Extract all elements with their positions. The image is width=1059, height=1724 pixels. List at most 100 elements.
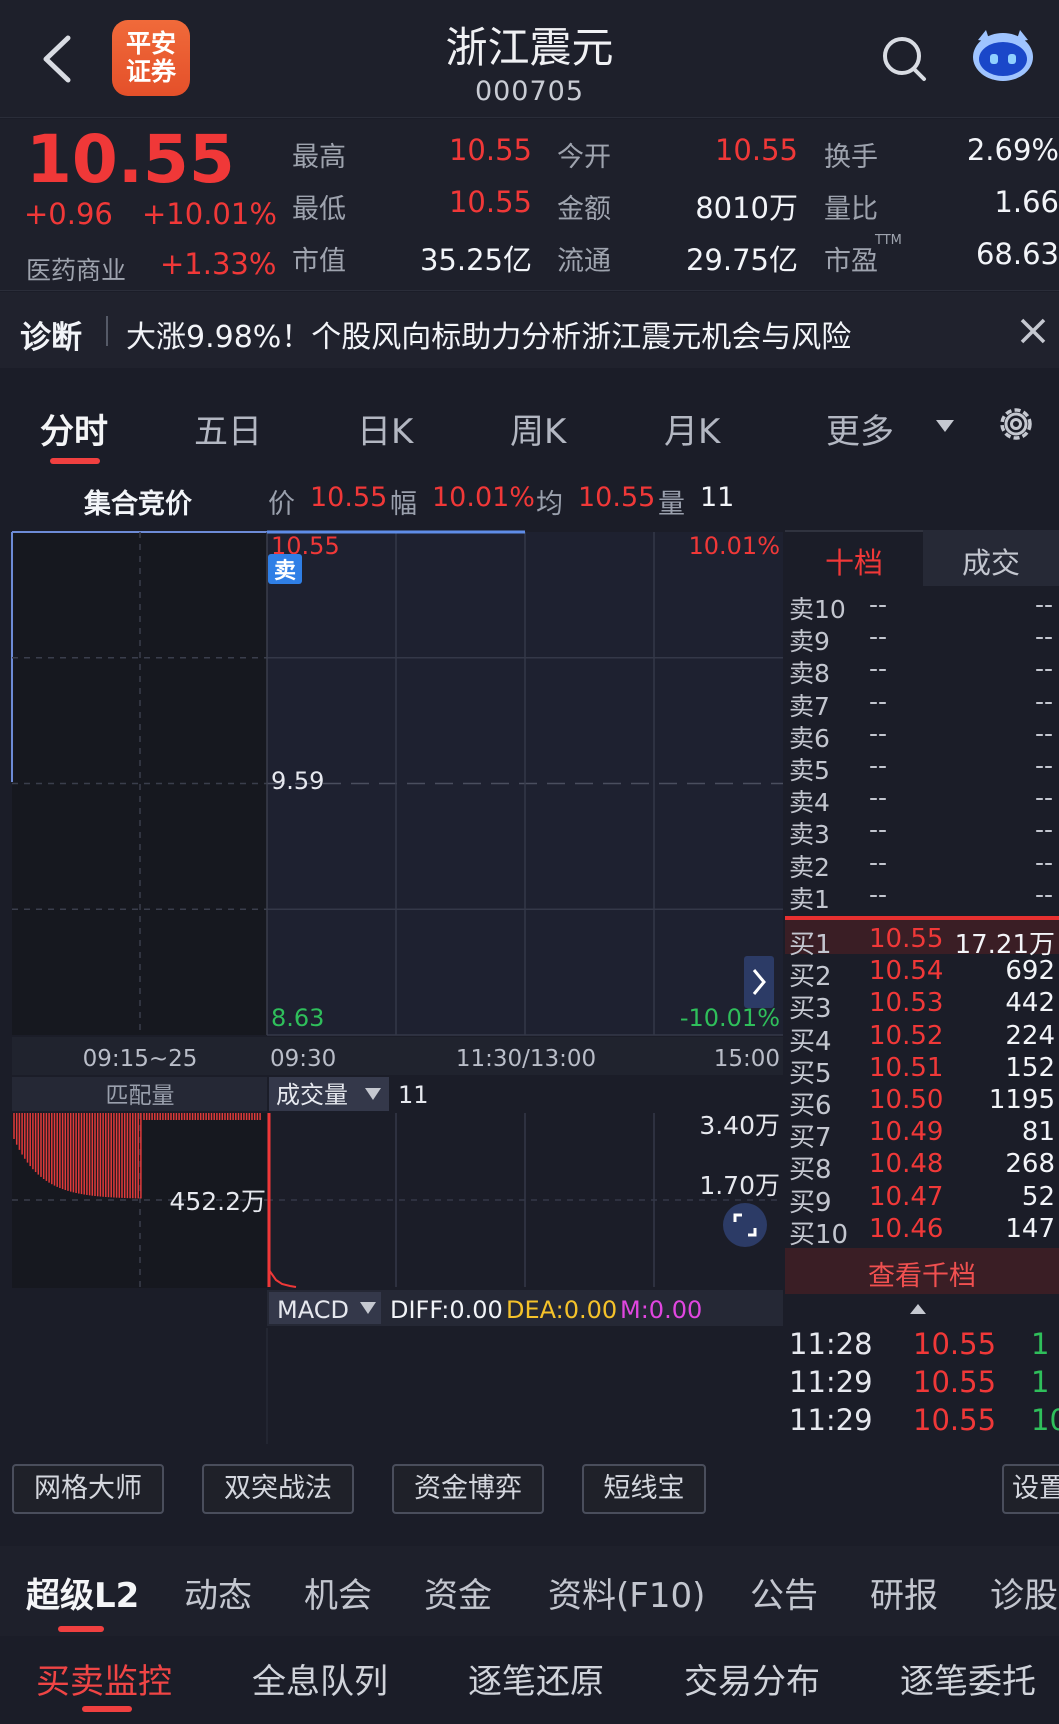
bid-row[interactable]: 买4 10.52 224 (785, 1020, 1059, 1057)
sector-name[interactable]: 医药商业 (26, 251, 126, 287)
stock-detail-screen: 平安 证券 浙江震元 000705 10.55 +0.96 +10.01% 医药… (0, 0, 1059, 1724)
search-icon[interactable] (880, 34, 928, 84)
ask-volume: -- (1034, 847, 1053, 877)
trade-time: 11:28 (789, 1327, 873, 1361)
volume-label[interactable]: 成交量 (276, 1081, 348, 1109)
bid-level-label: 买10 (789, 1219, 849, 1250)
ask-row[interactable]: 卖9 -- -- (785, 622, 1059, 656)
subtab-trade-monitor[interactable]: 买卖监控 (36, 1654, 172, 1703)
intraday-chart[interactable]: 10.55 9.59 8.63 10.01% -10.01% 卖 09:15~2… (0, 530, 785, 1445)
ask-price: -- (869, 718, 888, 748)
caret-up-icon[interactable] (908, 1302, 928, 1316)
volume-tick-high: 3.40万 (699, 1111, 780, 1140)
bid-row[interactable]: 买8 10.48 268 (785, 1149, 1059, 1185)
tool-short-term[interactable]: 短线宝 (582, 1464, 706, 1514)
ask-row[interactable]: 卖1 -- -- (785, 879, 1059, 914)
tab-intraday[interactable]: 分时 (40, 404, 108, 453)
ask-row[interactable]: 卖6 -- -- (785, 718, 1059, 753)
ask-row[interactable]: 卖7 -- -- (785, 686, 1059, 721)
x-tick-noon: 11:30/13:00 (456, 1046, 596, 1072)
tab-active-indicator (50, 458, 100, 464)
vol-ratio-value: 1.66 (994, 185, 1059, 219)
ask-price: -- (869, 847, 888, 877)
tool-double-breakout[interactable]: 双突战法 (202, 1464, 354, 1514)
subtab-tick-orders[interactable]: 逐笔委托 (900, 1654, 1036, 1703)
tab-daily-k[interactable]: 日K (357, 404, 413, 453)
bid-price: 10.52 (869, 1020, 944, 1051)
ask-row[interactable]: 卖3 -- -- (785, 815, 1059, 849)
turnover-label: 换手 (824, 142, 878, 173)
caret-down-icon[interactable] (934, 418, 956, 434)
subtab-trade-distribution[interactable]: 交易分布 (684, 1654, 820, 1703)
tab-news[interactable]: 动态 (184, 1568, 252, 1617)
bid-row[interactable]: 买2 10.54 692 (785, 956, 1059, 992)
y-tick-low: 8.63 (271, 1004, 324, 1032)
bid-row[interactable]: 买10 10.46 147 (785, 1214, 1059, 1250)
bid-price: 10.47 (869, 1181, 944, 1212)
header-bar: 平安 证券 浙江震元 000705 (0, 0, 1059, 118)
ask-row[interactable]: 卖2 -- -- (785, 847, 1059, 882)
diagnosis-text[interactable]: 大涨9.98%！个股风向标助力分析浙江震元机会与风险 (126, 312, 851, 356)
ask-level-label: 卖2 (789, 852, 830, 882)
price-value: 10.55 (310, 482, 388, 513)
chart-canvas[interactable]: 10.55 9.59 8.63 10.01% -10.01% 卖 09:15~2… (0, 530, 785, 1445)
ask-row[interactable]: 卖8 -- -- (785, 654, 1059, 688)
bid-row[interactable]: 买7 10.49 81 (785, 1117, 1059, 1153)
ask-row[interactable]: 卖10 -- -- (785, 590, 1059, 624)
bid-row[interactable]: 买1 10.55 17.21万 (785, 924, 1059, 960)
subtab-tick-restore[interactable]: 逐笔还原 (468, 1654, 604, 1703)
tab-super-l2[interactable]: 超级L2 (26, 1568, 139, 1617)
bid-volume: 152 (1005, 1052, 1055, 1083)
tab-announcements[interactable]: 公告 (750, 1568, 818, 1617)
tab-opportunity[interactable]: 机会 (304, 1568, 372, 1617)
expand-button[interactable] (744, 956, 774, 1008)
pe-value: 68.63 (975, 237, 1059, 271)
fullscreen-button[interactable] (723, 1203, 767, 1247)
gear-icon[interactable] (996, 404, 1036, 444)
close-icon[interactable] (1018, 316, 1048, 346)
tab-trades[interactable]: 成交 (923, 540, 1059, 582)
tab-research[interactable]: 研报 (870, 1568, 938, 1617)
tab-f10[interactable]: 资料(F10) (548, 1568, 705, 1617)
turnover-value: 2.69% (966, 133, 1059, 167)
tab-more[interactable]: 更多 (826, 404, 894, 453)
bid-row[interactable]: 买5 10.51 152 (785, 1052, 1059, 1089)
ask-level-label: 卖10 (789, 595, 846, 624)
ask-level-label: 卖9 (789, 627, 830, 657)
tab-ten-levels[interactable]: 十档 (785, 540, 923, 582)
trade-time: 11:29 (789, 1403, 873, 1437)
x-tick-close: 15:00 (714, 1046, 780, 1072)
ask-level-label: 卖8 (789, 659, 830, 689)
sell-marker[interactable]: 卖 (274, 558, 296, 584)
diagnosis-banner[interactable]: 诊断 大涨9.98%！个股风向标助力分析浙江震元机会与风险 (0, 292, 1059, 368)
bid-row[interactable]: 买6 10.50 1195 (785, 1085, 1059, 1121)
period-tabs: 分时 五日 日K 周K 月K 更多 (0, 380, 1059, 470)
tab-monthly-k[interactable]: 月K (664, 404, 720, 453)
ask-price: -- (869, 879, 888, 909)
ask-row[interactable]: 卖4 -- -- (785, 783, 1059, 817)
tab-diagnosis[interactable]: 诊股 (990, 1568, 1058, 1617)
price-label: 价 (268, 489, 295, 520)
tab-capital[interactable]: 资金 (424, 1568, 492, 1617)
tool-grid-master[interactable]: 网格大师 (12, 1464, 164, 1514)
macd-panel-bg (267, 1328, 783, 1444)
tab-five-day[interactable]: 五日 (194, 404, 262, 453)
ask-volume: -- (1034, 718, 1053, 748)
tool-capital-game[interactable]: 资金博弈 (392, 1464, 544, 1514)
ask-row[interactable]: 卖5 -- -- (785, 751, 1059, 785)
macd-label[interactable]: MACD (277, 1296, 349, 1324)
subtab-full-queue[interactable]: 全息队列 (252, 1654, 388, 1703)
bid-row[interactable]: 买9 10.47 52 (785, 1181, 1059, 1218)
robot-icon[interactable] (968, 28, 1038, 84)
view-thousand-levels-button[interactable]: 查看千档 (785, 1254, 1059, 1293)
bid-price: 10.49 (869, 1117, 944, 1148)
trade-time: 11:29 (789, 1365, 873, 1399)
bid-price: 10.51 (869, 1052, 944, 1083)
tool-settings[interactable]: 设置 (1002, 1464, 1059, 1514)
tab-weekly-k[interactable]: 周K (510, 404, 566, 453)
content-tabs: 超级L2 动态 机会 资金 资料(F10) 公告 研报 诊股 (0, 1546, 1059, 1636)
bid-row[interactable]: 买3 10.53 442 (785, 988, 1059, 1024)
bid-volume: 224 (1005, 1020, 1055, 1051)
ask-volume: -- (1034, 654, 1053, 684)
ask-volume: -- (1034, 686, 1053, 716)
